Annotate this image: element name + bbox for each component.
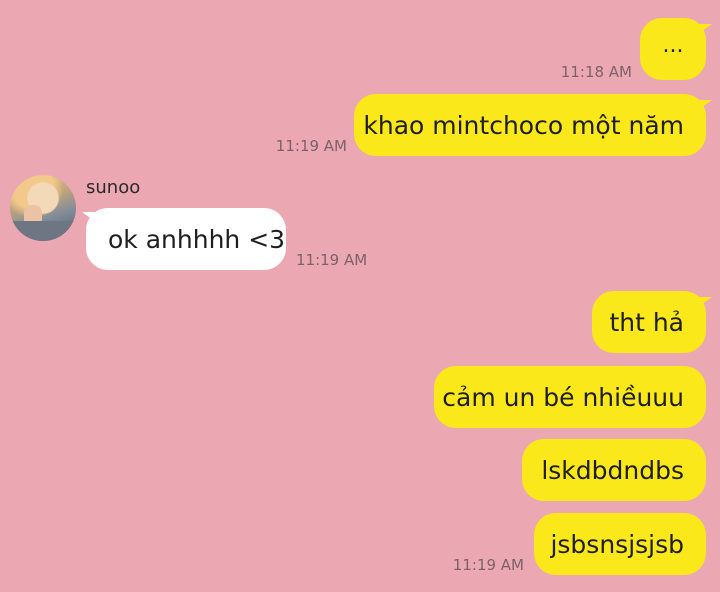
message-text: ok anhhhh <3	[108, 224, 286, 254]
message-text: khao mintchoco một năm	[363, 110, 684, 140]
bubble-tail	[698, 100, 712, 110]
bubble-tail	[698, 24, 712, 34]
message-timestamp: 11:19 AM	[275, 137, 347, 155]
sender-name: sunoo	[86, 177, 141, 198]
message-bubble[interactable]: khao mintchoco một năm	[354, 94, 706, 156]
message-text: lskdbdndbs	[541, 455, 684, 485]
message-text: ...	[662, 33, 684, 58]
bubble-tail	[698, 297, 712, 307]
message-bubble[interactable]: tht hả	[592, 291, 706, 353]
message-bubble[interactable]: jsbsnsjsjsb	[534, 513, 706, 575]
message-text: cảm un bé nhiềuuu	[442, 382, 684, 412]
message-text: tht hả	[609, 307, 684, 337]
message-timestamp: 11:18 AM	[560, 63, 632, 81]
message-timestamp: 11:19 AM	[452, 556, 524, 574]
message-bubble[interactable]: ok anhhhh <3	[86, 208, 286, 270]
contact-avatar[interactable]	[10, 175, 76, 241]
message-text: jsbsnsjsjsb	[550, 529, 684, 559]
message-bubble[interactable]: ...	[640, 18, 706, 80]
message-bubble[interactable]: cảm un bé nhiềuuu	[434, 366, 706, 428]
message-bubble[interactable]: lskdbdndbs	[522, 439, 706, 501]
message-timestamp: 11:19 AM	[296, 251, 368, 269]
avatar-shirt-shape	[10, 221, 76, 241]
